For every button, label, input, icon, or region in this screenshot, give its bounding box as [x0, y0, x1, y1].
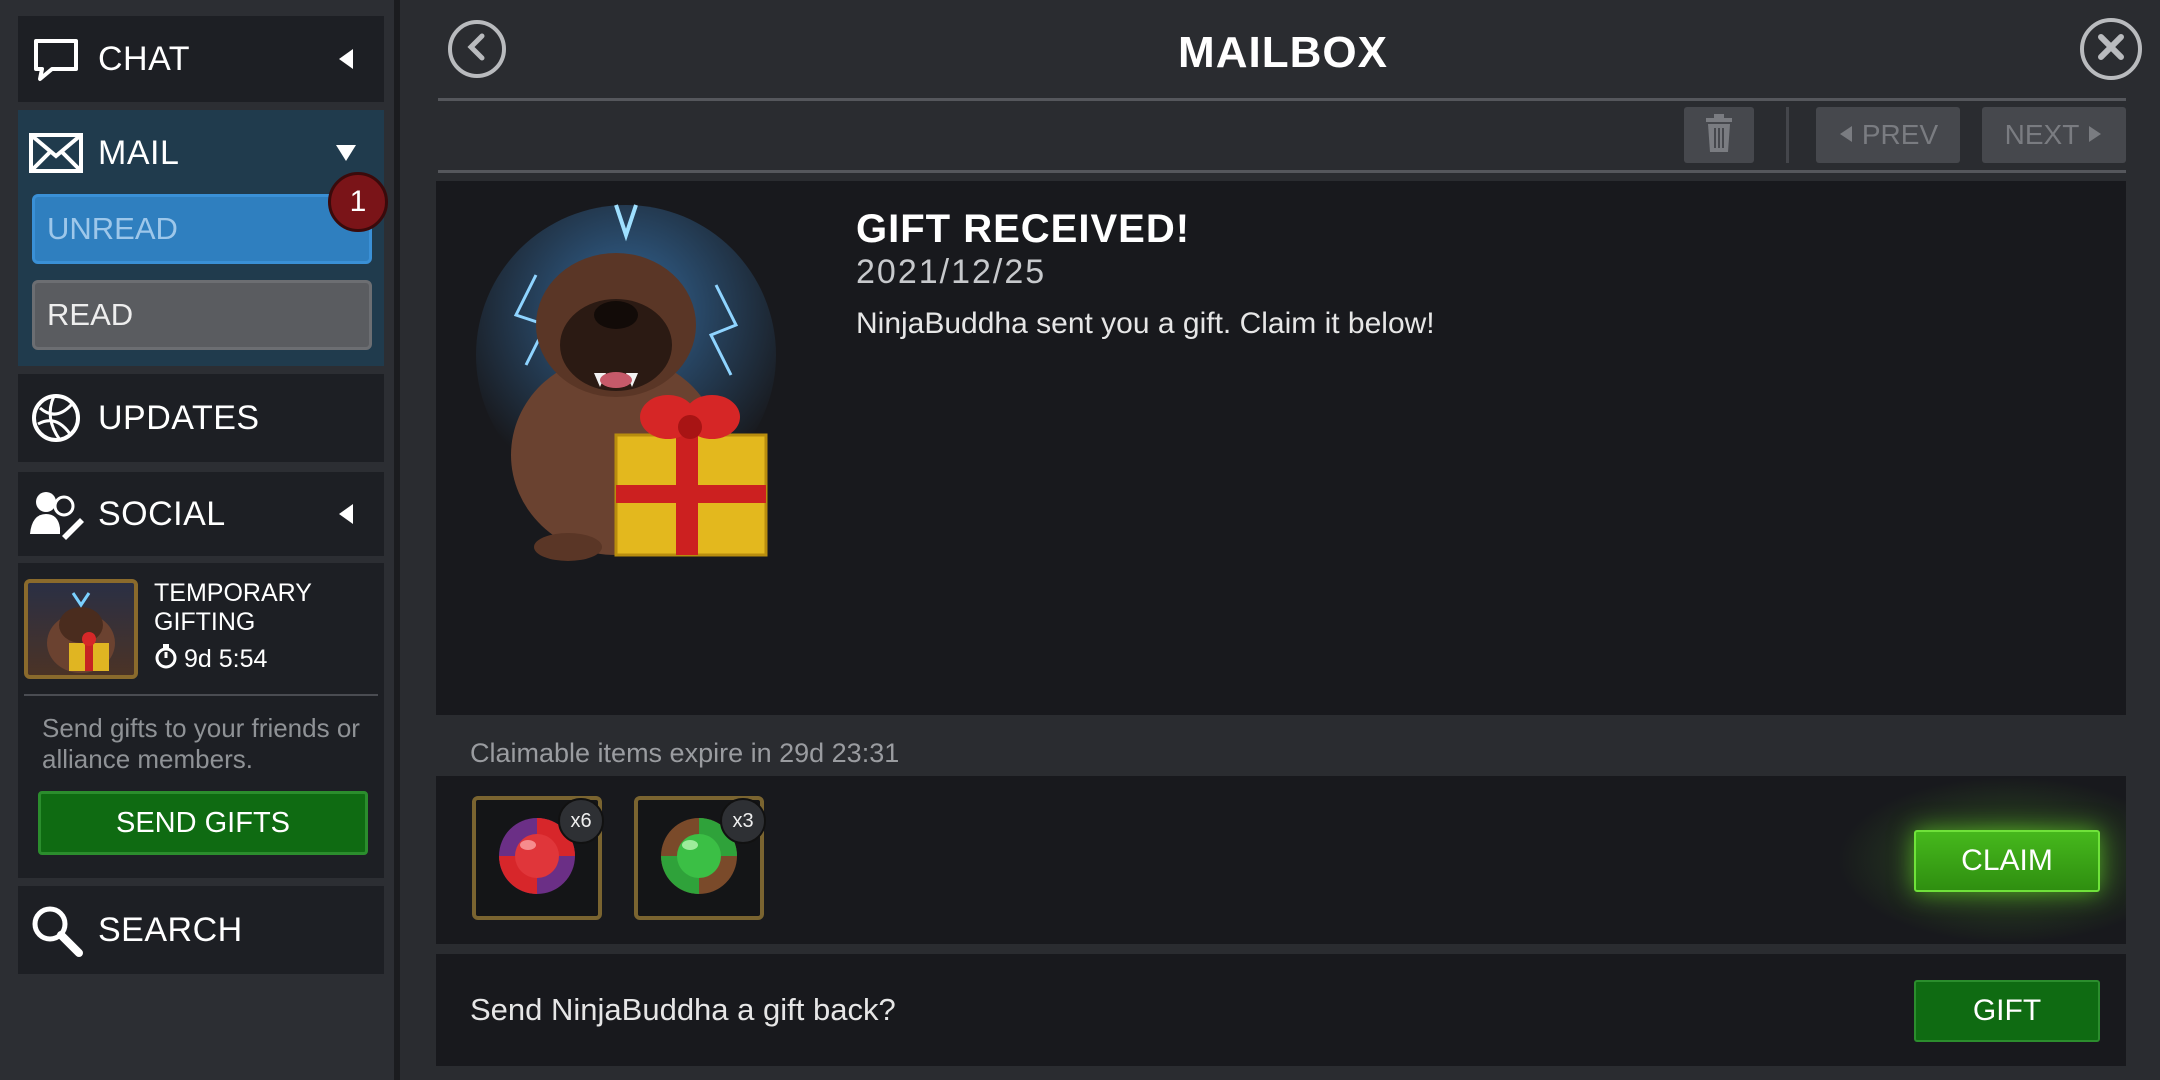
delete-button[interactable] [1684, 107, 1754, 163]
sidebar-item-label: UPDATES [98, 398, 260, 437]
reward-count-badge: x3 [720, 798, 766, 844]
gifting-timer-value: 9d 5:54 [184, 645, 268, 673]
divider [438, 170, 2126, 173]
gift-back-prompt: Send NinjaBuddha a gift back? [470, 992, 896, 1027]
close-button[interactable] [2080, 18, 2142, 80]
page-title: MAILBOX [1178, 28, 1388, 77]
gifting-title: TEMPORARY GIFTING [154, 579, 312, 636]
message-panel: GIFT RECEIVED! 2021/12/25 NinjaBuddha se… [436, 181, 2126, 715]
reward-item[interactable]: x6 [472, 796, 604, 920]
collapse-arrow-icon [326, 494, 366, 534]
gift-thumbnail-image [24, 579, 138, 679]
sidebar-item-updates[interactable]: UPDATES [18, 374, 384, 462]
reward-item[interactable]: x3 [634, 796, 766, 920]
sidebar-item-label: MAIL [98, 133, 180, 172]
magnifier-icon [28, 902, 84, 958]
triangle-right-icon [2087, 119, 2103, 151]
tab-read-label: READ [47, 297, 134, 332]
sidebar-item-label: CHAT [98, 39, 191, 78]
sidebar-item-search[interactable]: SEARCH [18, 886, 384, 974]
gift-back-panel: Send NinjaBuddha a gift back? GIFT [436, 954, 2126, 1066]
message-date: 2021/12/25 [856, 253, 1047, 291]
reward-count-badge: x6 [558, 798, 604, 844]
tab-unread-label: UNREAD [47, 211, 178, 246]
main-panel: MAILBOX PREV NEXT GIFT RECEIVED! 2021/12… [406, 0, 2160, 1080]
message-title: GIFT RECEIVED! [856, 207, 1191, 251]
stopwatch-icon [154, 643, 178, 676]
collapse-arrow-icon [326, 39, 366, 79]
prev-label: PREV [1861, 119, 1939, 150]
divider [1786, 107, 1789, 163]
sidebar-item-chat[interactable]: CHAT [18, 16, 384, 102]
trash-icon [1704, 113, 1734, 157]
bulldog-gift-image [476, 195, 776, 575]
message-body: NinjaBuddha sent you a gift. Claim it be… [856, 307, 1435, 340]
claim-button[interactable]: CLAIM [1914, 830, 2100, 892]
sidebar-item-label: SOCIAL [98, 494, 226, 533]
envelope-icon [28, 125, 84, 181]
gifting-description: Send gifts to your friends or alliance m… [42, 713, 360, 774]
people-icon [28, 486, 84, 542]
gift-button[interactable]: GIFT [1914, 980, 2100, 1042]
sidebar-item-social[interactable]: SOCIAL [18, 472, 384, 556]
prev-button[interactable]: PREV [1816, 107, 1960, 163]
divider [438, 98, 2126, 101]
divider [24, 694, 378, 696]
globe-icon [28, 390, 84, 446]
chat-bubble-icon [28, 31, 84, 87]
next-label: NEXT [2004, 119, 2080, 150]
tab-unread[interactable]: UNREAD [32, 194, 372, 264]
gifting-timer: 9d 5:54 [154, 643, 267, 676]
unread-count-badge: 1 [328, 172, 388, 232]
expand-arrow-icon [326, 133, 366, 173]
sidebar-item-mail: MAIL UNREAD 1 READ [18, 110, 388, 366]
rewards-panel: x6 x3 CLAIM [436, 776, 2126, 944]
tab-read[interactable]: READ [32, 280, 372, 350]
sidebar: CHAT MAIL UNREAD 1 READ UPDATES SOCIAL T… [0, 0, 400, 1080]
next-button[interactable]: NEXT [1982, 107, 2126, 163]
sidebar-item-label: SEARCH [98, 910, 243, 949]
triangle-left-icon [1838, 119, 1854, 151]
close-icon [2096, 32, 2126, 67]
mail-header[interactable]: MAIL [18, 110, 384, 196]
expire-notice: Claimable items expire in 29d 23:31 [470, 738, 900, 768]
send-gifts-button[interactable]: SEND GIFTS [38, 791, 368, 855]
temporary-gifting-card: TEMPORARY GIFTING 9d 5:54 Send gifts to … [18, 563, 384, 878]
